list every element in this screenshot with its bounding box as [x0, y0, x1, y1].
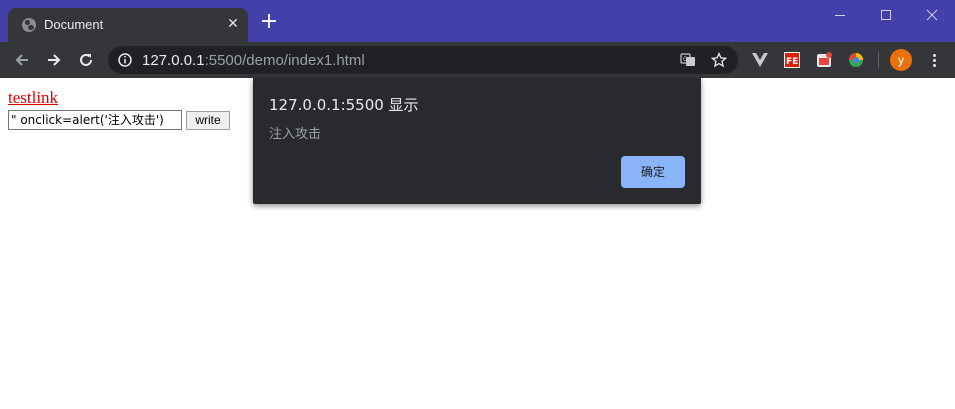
profile-avatar[interactable]: y — [890, 49, 912, 71]
dialog-message: 注入攻击 — [269, 127, 322, 142]
text-input[interactable]: " onclick=alert('注入攻击') — [8, 110, 182, 130]
window-close-icon — [926, 9, 938, 21]
back-arrow-icon — [15, 54, 28, 66]
url-host: 127.0.0.1 — [142, 52, 205, 69]
star-icon[interactable] — [711, 52, 727, 68]
minimize-icon — [835, 15, 845, 16]
translate-icon[interactable]: G — [680, 52, 696, 68]
toolbar: 127.0.0.1:5500/demo/index1.html G — [0, 42, 955, 78]
tab-document[interactable]: Document ✕ — [8, 8, 248, 42]
maximize-button[interactable] — [863, 0, 909, 30]
info-icon[interactable] — [118, 53, 132, 67]
toolbar-divider — [878, 52, 879, 68]
alert-dialog: 127.0.0.1:5500 显示 注入攻击 确定 — [253, 78, 701, 204]
fehelper-icon[interactable]: FE — [782, 50, 802, 70]
svg-text:FE: FE — [786, 57, 798, 67]
forward-arrow-icon — [48, 54, 61, 66]
menu-icon[interactable] — [924, 50, 944, 70]
write-button[interactable]: write — [186, 111, 230, 130]
close-icon[interactable]: ✕ — [224, 15, 242, 33]
reload-icon — [80, 53, 92, 66]
vue-devtools-icon[interactable] — [750, 50, 770, 70]
colorful-extension-icon[interactable] — [846, 50, 866, 70]
window-close-button[interactable] — [909, 0, 955, 30]
ok-button[interactable]: 确定 — [621, 156, 685, 188]
forward-button[interactable] — [40, 46, 68, 74]
tab-title: Document — [44, 17, 104, 32]
svg-text:G: G — [683, 56, 688, 63]
extension-badge-icon[interactable] — [814, 50, 834, 70]
minimize-button[interactable] — [817, 0, 863, 30]
url-text: 127.0.0.1:5500/demo/index1.html — [142, 52, 365, 69]
new-tab-button[interactable]: + — [258, 11, 280, 34]
dialog-title: 127.0.0.1:5500 显示 — [269, 96, 419, 114]
url-path: :5500/demo/index1.html — [204, 52, 365, 69]
back-button[interactable] — [8, 46, 36, 74]
title-bar: Document ✕ + — [0, 0, 955, 42]
maximize-icon — [881, 10, 891, 20]
reload-button[interactable] — [72, 46, 100, 74]
address-bar[interactable]: 127.0.0.1:5500/demo/index1.html G — [108, 46, 738, 74]
testlink[interactable]: testlink — [8, 88, 58, 108]
globe-icon — [22, 18, 36, 32]
